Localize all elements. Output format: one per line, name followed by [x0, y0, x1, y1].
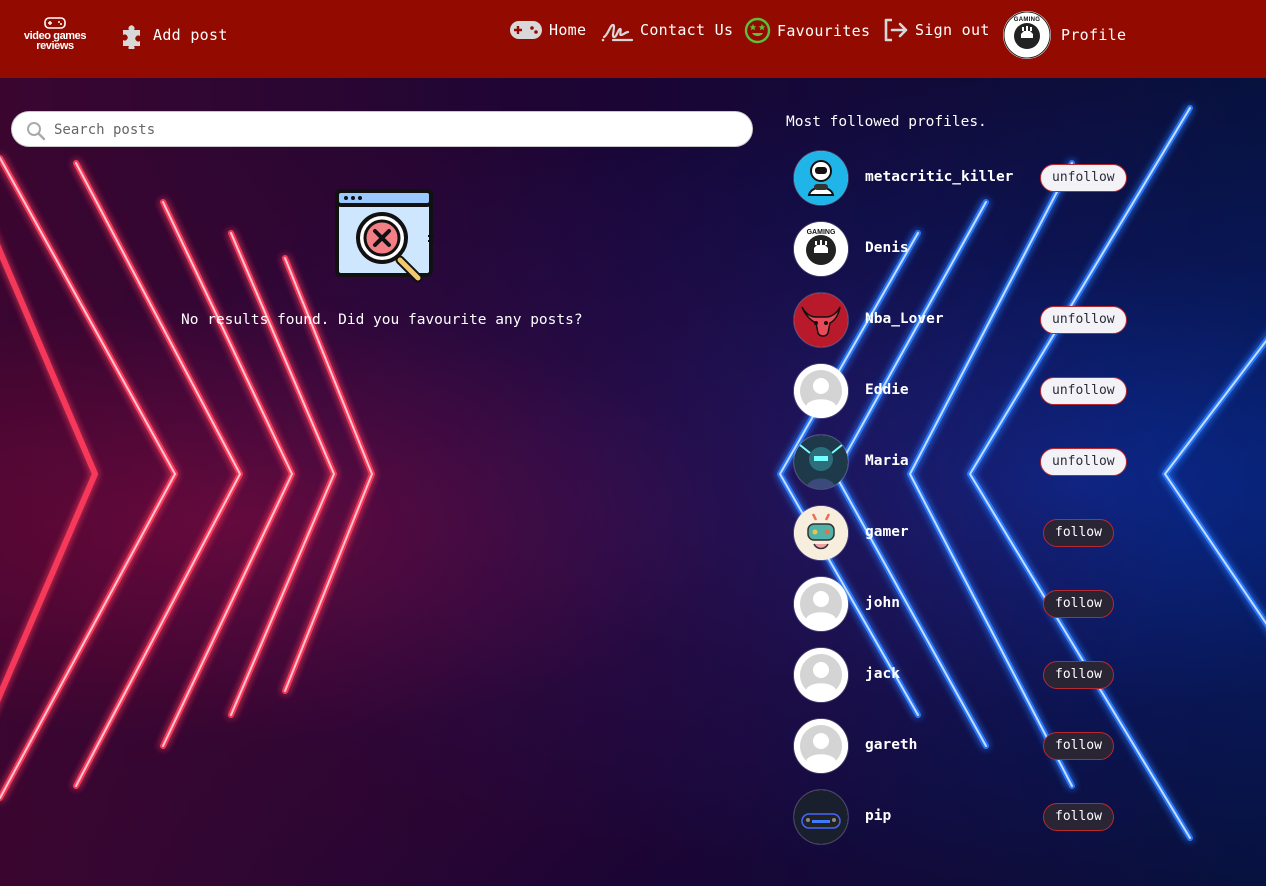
nav-profile-label: Profile — [1061, 26, 1127, 44]
site-logo[interactable]: video games reviews — [22, 16, 88, 56]
default-user-avatar-icon[interactable] — [794, 577, 848, 631]
no-results-illustration-icon — [335, 189, 434, 283]
astronaut-gamer-avatar-icon[interactable] — [794, 151, 848, 205]
sign-out-icon — [884, 18, 908, 42]
nav-profile[interactable]: GAMING Profile — [1003, 11, 1126, 59]
profile-name[interactable]: Nba_Lover — [865, 311, 944, 327]
profile-avatar: GAMING — [1003, 11, 1051, 59]
unfollow-button[interactable]: unfollow — [1040, 377, 1127, 405]
nav-sign-out[interactable]: Sign out — [882, 17, 990, 43]
profile-row: gamer follow — [794, 506, 1124, 562]
unfollow-button[interactable]: unfollow — [1040, 164, 1127, 192]
star-eyes-smiley-icon — [744, 17, 771, 44]
profile-avatar-caption: GAMING — [1014, 17, 1040, 23]
profile-row: Eddie unfollow — [794, 364, 1127, 420]
profile-row: jack follow — [794, 648, 1124, 704]
follow-button[interactable]: follow — [1043, 590, 1114, 618]
nav-home[interactable]: Home — [509, 17, 586, 43]
puzzle-icon — [123, 25, 140, 49]
profile-name[interactable]: jack — [865, 666, 900, 682]
nav-home-label: Home — [549, 21, 587, 39]
nav-sign-out-label: Sign out — [915, 21, 990, 39]
profile-row: GAMING Denis — [794, 222, 1124, 278]
profile-row: metacritic_killer unfollow — [794, 151, 1127, 207]
follow-button[interactable]: follow — [1043, 803, 1114, 831]
gamepad-logo-icon — [44, 17, 66, 29]
search-bar — [11, 111, 753, 148]
signature-icon — [601, 23, 634, 42]
nav-contact-label: Contact Us — [640, 21, 734, 39]
profile-name[interactable]: gamer — [865, 524, 909, 540]
profile-name[interactable]: Maria — [865, 453, 909, 469]
nav-favourites-label: Favourites — [777, 21, 871, 40]
follow-button[interactable]: follow — [1043, 519, 1114, 547]
profile-name[interactable]: metacritic_killer — [865, 169, 1013, 185]
profile-name[interactable]: Eddie — [865, 382, 909, 398]
search-input[interactable] — [52, 112, 746, 148]
default-user-avatar-icon[interactable] — [794, 719, 848, 773]
unfollow-button[interactable]: unfollow — [1040, 306, 1127, 334]
sidebar-title: Most followed profiles. — [786, 114, 987, 130]
nav-add-post-label: Add post — [153, 26, 228, 44]
nav-contact[interactable]: Contact Us — [601, 17, 733, 43]
empty-state-message: No results found. Did you favourite any … — [181, 312, 583, 328]
cartoon-controller-avatar-icon[interactable] — [794, 506, 848, 560]
profile-row: john follow — [794, 577, 1124, 633]
svg-text:GAMING: GAMING — [807, 229, 836, 236]
gamepad-icon — [510, 21, 542, 39]
logo-text-line2: reviews — [36, 40, 74, 52]
profile-row: Maria unfollow — [794, 435, 1127, 491]
default-user-avatar-icon[interactable] — [794, 648, 848, 702]
profile-row: Nba_Lover unfollow — [794, 293, 1127, 349]
nav-add-post[interactable]: Add post — [119, 21, 228, 49]
nav-favourites[interactable]: Favourites — [744, 17, 870, 44]
gaming-badge-avatar-icon[interactable]: GAMING — [794, 222, 848, 276]
controller-photo-avatar-icon[interactable] — [794, 790, 848, 844]
unfollow-button[interactable]: unfollow — [1040, 448, 1127, 476]
cyber-character-avatar-icon[interactable] — [794, 435, 848, 489]
top-navbar: video games reviews Add post Home Contac… — [0, 0, 1266, 78]
profile-name[interactable]: pip — [865, 808, 891, 824]
search-icon — [27, 122, 46, 141]
profile-name[interactable]: john — [865, 595, 900, 611]
profile-row: pip follow — [794, 790, 1124, 846]
default-user-avatar-icon[interactable] — [794, 364, 848, 418]
profile-row: gareth follow — [794, 719, 1124, 775]
bulls-logo-avatar-icon[interactable] — [794, 293, 848, 347]
profile-name[interactable]: Denis — [865, 240, 909, 256]
gaming-badge-avatar-icon: GAMING — [1003, 11, 1051, 59]
profile-name[interactable]: gareth — [865, 737, 917, 753]
follow-button[interactable]: follow — [1043, 661, 1114, 689]
follow-button[interactable]: follow — [1043, 732, 1114, 760]
